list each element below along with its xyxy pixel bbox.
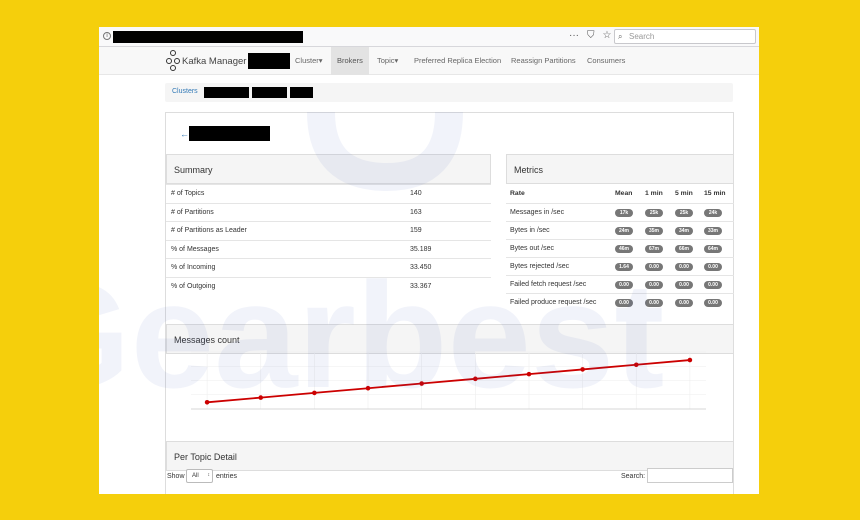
data-point — [687, 357, 693, 363]
per-topic-header: Per Topic Detail — [166, 441, 734, 471]
pocket-icon[interactable]: ⛉ — [587, 30, 595, 41]
browser-screenshot: i ··· ⛉ ☆ ⌕ Search Kafka Manager Cluster… — [99, 27, 759, 494]
data-point — [473, 376, 478, 382]
data-point — [580, 367, 585, 372]
show-label: Show — [167, 473, 185, 480]
info-icon[interactable]: i — [103, 32, 111, 40]
nav-pre-label: Preferred Replica Election — [414, 56, 502, 65]
select-arrows-icon: ↕ — [207, 472, 211, 478]
breadcrumb-clusters[interactable]: Clusters — [172, 88, 198, 95]
nav-consumers-label: Consumers — [587, 56, 626, 65]
nav-cluster[interactable]: Cluster▾ — [289, 47, 329, 75]
breadcrumb-redaction — [290, 87, 313, 98]
caret-down-icon: ▾ — [318, 56, 323, 65]
entries-select-value: All — [192, 473, 199, 479]
data-point — [365, 385, 371, 391]
browser-toolbar: i ··· ⛉ ☆ ⌕ Search — [99, 27, 759, 47]
url-redaction[interactable] — [113, 31, 303, 43]
data-point — [204, 399, 210, 405]
page-actions: ··· ⛉ ☆ — [569, 30, 611, 41]
top-navbar: Kafka Manager Cluster▾ Brokers Topic▾ Pr… — [99, 47, 759, 75]
nav-consumers[interactable]: Consumers — [581, 47, 631, 75]
kafka-logo-icon — [166, 50, 180, 72]
breadcrumb-redaction — [252, 87, 287, 98]
nav-topic[interactable]: Topic▾ — [371, 47, 404, 75]
messages-count-chart — [191, 351, 706, 410]
search-label: Search: — [621, 473, 646, 480]
data-point — [526, 371, 532, 377]
entries-select[interactable]: All ↕ — [186, 469, 213, 483]
brand-name[interactable]: Kafka Manager — [182, 56, 246, 67]
search-icon: ⌕ — [618, 32, 623, 41]
table-search-input[interactable] — [647, 468, 733, 483]
browser-search-input[interactable]: ⌕ Search — [614, 29, 756, 44]
nav-cluster-label: Cluster — [295, 56, 319, 65]
nav-reassign-partitions[interactable]: Reassign Partitions — [505, 47, 582, 75]
data-point — [633, 362, 639, 368]
cluster-name-redaction — [248, 53, 290, 69]
caret-down-icon: ▾ — [394, 56, 399, 65]
nav-topic-label: Topic — [377, 56, 395, 65]
breadcrumb-redaction — [204, 87, 249, 98]
per-topic-title: Per Topic Detail — [174, 452, 237, 462]
nav-brokers-label: Brokers — [337, 56, 363, 65]
nav-preferred-replica-election[interactable]: Preferred Replica Election — [408, 47, 507, 75]
search-placeholder: Search — [629, 32, 655, 41]
data-point — [258, 395, 264, 400]
data-point — [419, 381, 424, 386]
nav-brokers[interactable]: Brokers — [331, 47, 369, 75]
more-actions-icon[interactable]: ··· — [569, 30, 579, 41]
data-point — [312, 390, 317, 396]
entries-label: entries — [216, 473, 238, 480]
breadcrumb: Clusters — [165, 83, 733, 102]
nav-reassign-label: Reassign Partitions — [511, 56, 576, 65]
bookmark-star-icon[interactable]: ☆ — [603, 30, 612, 41]
broker-detail-panel: ← Summary # of Topics 140 # of Partitions 1… — [165, 112, 734, 494]
